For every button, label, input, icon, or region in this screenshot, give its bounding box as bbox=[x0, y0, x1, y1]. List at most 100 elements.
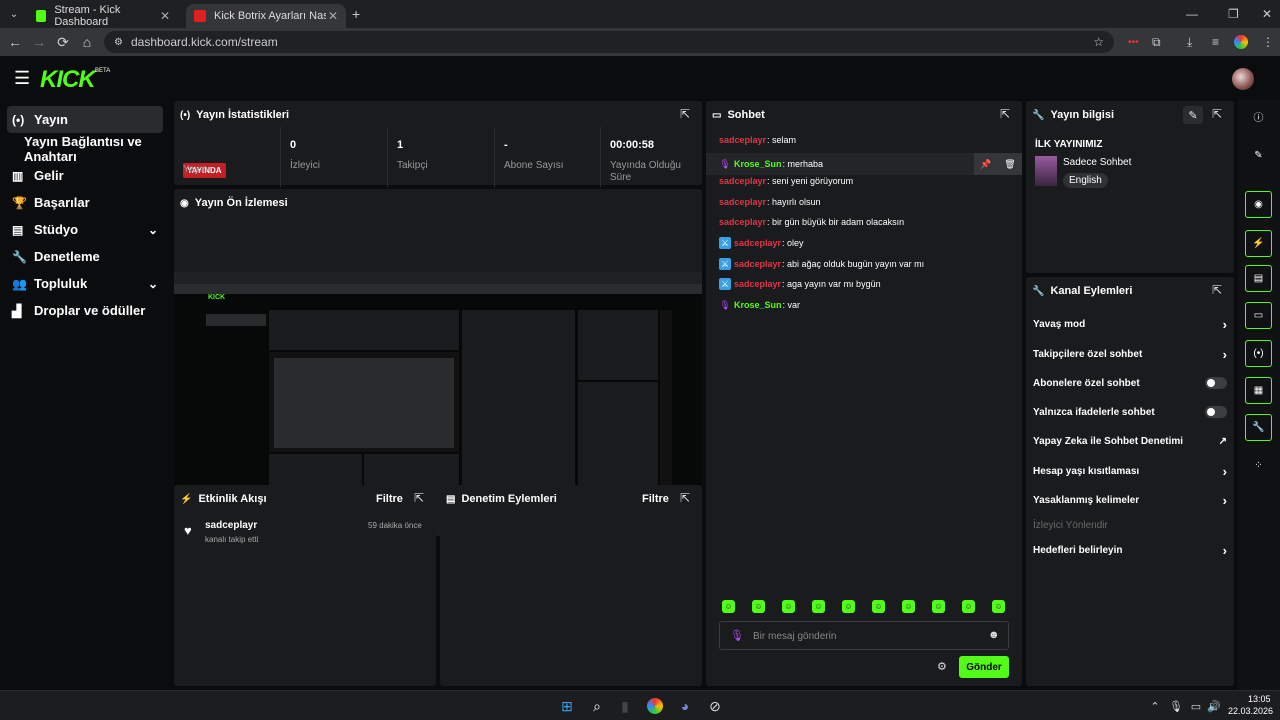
activity-toggle-icon[interactable]: ⚡ bbox=[1245, 230, 1272, 257]
kick-logo[interactable]: KICK bbox=[40, 66, 96, 94]
chat-message[interactable]: sadceplayr: hayırlı olsun bbox=[719, 195, 821, 209]
chat-message[interactable]: sadceplayr: bir gün büyük bir adam olaca… bbox=[719, 215, 904, 229]
emoji-picker-icon[interactable]: ☻ bbox=[988, 629, 1000, 641]
app-icon[interactable]: ⊘ bbox=[705, 696, 725, 716]
forward-icon[interactable]: → bbox=[27, 34, 51, 50]
chat-toggle-icon[interactable]: ▭ bbox=[1245, 302, 1272, 329]
set-goals-action[interactable]: Hedefleri belirleyin › bbox=[1033, 540, 1227, 560]
sidebar-item-gelir[interactable]: ▥ Gelir bbox=[0, 162, 170, 189]
category-name[interactable]: Sadece Sohbet bbox=[1063, 157, 1131, 168]
reload-icon[interactable]: ⟳ bbox=[51, 34, 75, 51]
emote-button[interactable]: ☺ bbox=[782, 600, 795, 613]
slow-mode-action[interactable]: Yavaş mod › bbox=[1033, 314, 1227, 334]
popout-icon[interactable]: ⇱ bbox=[414, 491, 424, 505]
emote-button[interactable]: ☺ bbox=[722, 600, 735, 613]
send-button[interactable]: Gönder bbox=[959, 656, 1009, 678]
reading-list-icon[interactable]: ≡ bbox=[1212, 35, 1219, 49]
extension-icon[interactable]: ••• bbox=[1128, 37, 1139, 48]
chevron-up-icon[interactable]: ⌃ bbox=[1145, 696, 1165, 716]
broadcast-toggle-icon[interactable]: (•) bbox=[1245, 340, 1272, 367]
chat-message[interactable]: sadceplayr: selam bbox=[719, 133, 796, 147]
sidebar-item-topluluk[interactable]: 👥 Topluluk ⌄ bbox=[0, 270, 170, 297]
layout-toggle-icon[interactable]: ▦ bbox=[1245, 377, 1272, 404]
sidebar-item-studyo[interactable]: ▤ Stüdyo ⌄ bbox=[0, 216, 170, 243]
bookmark-star-icon[interactable]: ☆ bbox=[1093, 35, 1104, 49]
user-avatar[interactable] bbox=[1232, 68, 1254, 90]
filter-button[interactable]: Filtre bbox=[376, 493, 403, 505]
new-tab-button[interactable]: + bbox=[352, 6, 360, 22]
info-icon[interactable]: ⓘ bbox=[1245, 103, 1272, 130]
sidebar-item-yayin[interactable]: (•) Yayın bbox=[7, 106, 163, 133]
emote-button[interactable]: ☺ bbox=[932, 600, 945, 613]
panel-header: ◉ Yayın Ön İzlemesi bbox=[180, 197, 288, 209]
preview-toggle-icon[interactable]: ◉ bbox=[1245, 191, 1272, 218]
popout-icon[interactable]: ⇱ bbox=[680, 491, 690, 505]
moderation-toggle-icon[interactable]: ▤ bbox=[1245, 265, 1272, 292]
sidebar-item-droplar[interactable]: ▟ Droplar ve ödüller bbox=[0, 297, 170, 324]
chrome-icon[interactable] bbox=[647, 698, 663, 714]
chat-message[interactable]: ⚔ sadceplayr: oley bbox=[719, 236, 804, 250]
emote-button[interactable]: ☺ bbox=[752, 600, 765, 613]
browser-tab-dashboard[interactable]: Stream - Kick Dashboard ✕ bbox=[28, 4, 178, 28]
close-window-button[interactable]: ✕ bbox=[1262, 7, 1272, 21]
windows-start-icon[interactable]: ⊞ bbox=[557, 696, 577, 716]
filter-button[interactable]: Filtre bbox=[642, 493, 669, 505]
emote-button[interactable]: ☺ bbox=[842, 600, 855, 613]
discord-icon[interactable]: ◕ bbox=[675, 696, 695, 716]
extensions-puzzle-icon[interactable]: ⧉ bbox=[1152, 35, 1161, 50]
activity-user[interactable]: sadceplayr bbox=[205, 520, 257, 531]
maximize-button[interactable]: ❐ bbox=[1228, 7, 1239, 21]
network-icon[interactable]: ▭ bbox=[1186, 696, 1206, 716]
clock-date[interactable]: 22.03.2026 bbox=[1228, 706, 1273, 716]
chat-settings-icon[interactable]: ⚙ bbox=[937, 660, 947, 673]
search-icon[interactable]: ⌕ bbox=[587, 696, 607, 716]
browser-tab-video[interactable]: Kick Botrix Ayarları Nasıl Yapılır ✕ bbox=[186, 4, 346, 28]
tab-list-icon[interactable]: ⌄ bbox=[0, 9, 28, 20]
emote-button[interactable]: ☺ bbox=[902, 600, 915, 613]
chat-message[interactable]: 🎙 Krose_Sun: var bbox=[719, 298, 800, 312]
close-tab-icon[interactable]: ✕ bbox=[160, 9, 170, 23]
emote-button[interactable]: ☺ bbox=[872, 600, 885, 613]
edit-icon[interactable]: ✎ bbox=[1245, 142, 1272, 169]
url-field[interactable]: ⚙ dashboard.kick.com/stream ☆ bbox=[104, 31, 1114, 53]
apps-icon[interactable]: ⁘ bbox=[1245, 452, 1272, 479]
subscribers-only-toggle[interactable] bbox=[1205, 377, 1227, 389]
emotes-only-toggle[interactable] bbox=[1205, 406, 1227, 418]
chat-message[interactable]: ⚔ sadceplayr: aga yayın var mı bygün bbox=[719, 277, 881, 291]
sidebar-item-basarilar[interactable]: 🏆 Başarılar bbox=[0, 189, 170, 216]
popout-icon[interactable]: ⇱ bbox=[680, 107, 690, 121]
account-age-action[interactable]: Hesap yaşı kısıtlaması › bbox=[1033, 461, 1227, 481]
volume-icon[interactable]: 🔊 bbox=[1204, 696, 1224, 716]
chat-message[interactable]: 🎙 Krose_Sun: merhaba 📌 🗑 bbox=[706, 153, 1022, 175]
home-icon[interactable]: ⌂ bbox=[75, 34, 99, 50]
chat-input[interactable]: 🎙 Bir mesaj gönderin ☻ bbox=[719, 621, 1009, 650]
site-info-icon[interactable]: ⚙ bbox=[114, 37, 123, 48]
clock-time[interactable]: 13:05 bbox=[1248, 694, 1271, 704]
browser-menu-icon[interactable]: ⋮ bbox=[1262, 35, 1274, 49]
emote-button[interactable]: ☺ bbox=[992, 600, 1005, 613]
edit-icon[interactable]: ✎ bbox=[1183, 106, 1203, 124]
sidebar-item-stream-key[interactable]: Yayın Bağlantısı ve Anahtarı bbox=[0, 134, 170, 164]
banned-words-action[interactable]: Yasaklanmış kelimeler › bbox=[1033, 490, 1227, 510]
profile-icon[interactable] bbox=[1234, 35, 1248, 49]
emote-button[interactable]: ☺ bbox=[962, 600, 975, 613]
app-icon[interactable]: ▮ bbox=[615, 696, 635, 716]
chat-message[interactable]: sadceplayr: seni yeni görüyorum bbox=[719, 174, 853, 188]
pin-message-icon[interactable]: 📌 bbox=[974, 153, 998, 175]
popout-icon[interactable]: ⇱ bbox=[1212, 283, 1222, 297]
minimize-button[interactable]: — bbox=[1186, 7, 1198, 21]
popout-icon[interactable]: ⇱ bbox=[1212, 107, 1222, 121]
popout-icon[interactable]: ⇱ bbox=[1000, 107, 1010, 121]
chat-message[interactable]: ⚔ sadceplayr: abi ağaç olduk bugün yayın … bbox=[719, 257, 924, 271]
emote-button[interactable]: ☺ bbox=[812, 600, 825, 613]
sidebar-item-denetleme[interactable]: 🔧 Denetleme bbox=[0, 243, 170, 270]
download-icon[interactable]: ⤓ bbox=[1187, 35, 1192, 50]
followers-only-action[interactable]: Takipçilere özel sohbet › bbox=[1033, 344, 1227, 364]
microphone-icon[interactable]: 🎙 bbox=[1166, 696, 1186, 716]
ai-moderation-action[interactable]: Yapay Zeka ile Sohbet Denetimi ↗ bbox=[1033, 431, 1227, 451]
wrench-toggle-icon[interactable]: 🔧 bbox=[1245, 414, 1272, 441]
hamburger-menu-icon[interactable]: ☰ bbox=[14, 68, 30, 89]
close-tab-icon[interactable]: ✕ bbox=[328, 9, 338, 23]
back-icon[interactable]: ← bbox=[3, 34, 27, 50]
delete-message-icon[interactable]: 🗑 bbox=[998, 153, 1022, 175]
